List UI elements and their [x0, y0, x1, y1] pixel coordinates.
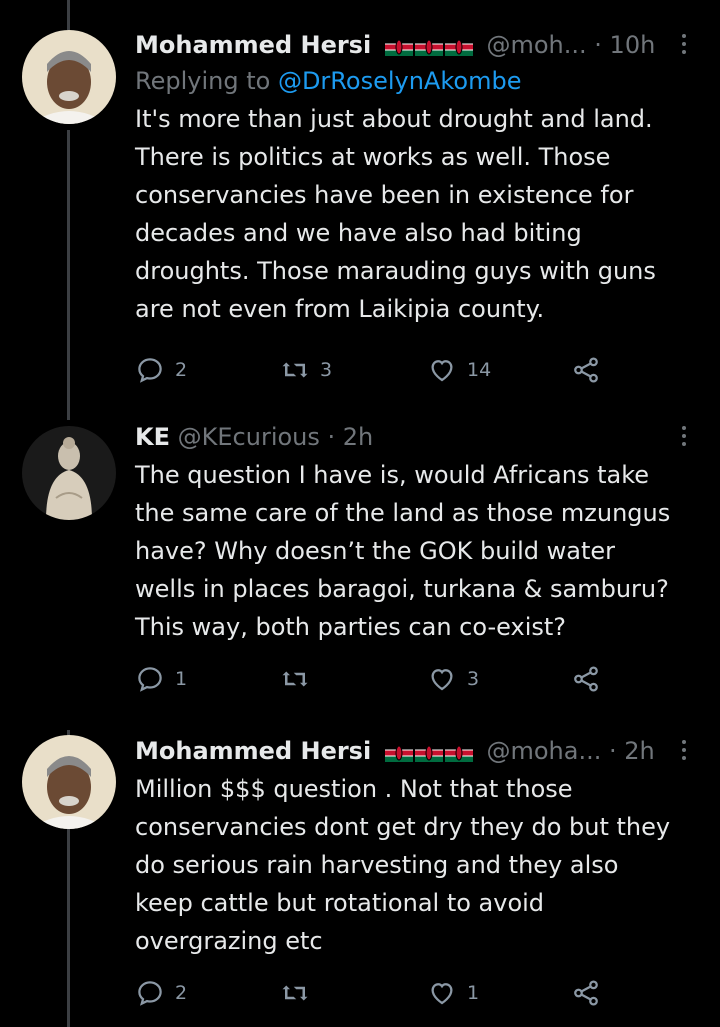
reply-count: 2: [175, 359, 188, 381]
like-count: 3: [467, 668, 480, 690]
tweet-header: Mohammed Hersi @moh... · 10h: [135, 30, 700, 60]
kenya-flag-icon: [444, 38, 473, 56]
replying-prefix: Replying to: [135, 67, 271, 95]
tweet-actions: 2 3 14: [135, 355, 615, 385]
tweet-text: It's more than just about drought and la…: [135, 105, 656, 323]
flag-emojis: [384, 737, 475, 767]
retweet-button[interactable]: 3: [280, 355, 332, 385]
flag-emojis: [384, 31, 475, 61]
like-icon: [431, 669, 453, 691]
tweet[interactable]: KE @KEcurious · 2h The question I have i…: [0, 420, 720, 720]
reply-button[interactable]: 1: [135, 664, 187, 694]
tweet[interactable]: Mohammed Hersi @moha... · 2h Million $$$…: [0, 730, 720, 1027]
user-handle[interactable]: @moh...: [486, 31, 586, 59]
like-button[interactable]: 1: [427, 978, 479, 1008]
like-button[interactable]: 3: [427, 664, 479, 694]
tweet[interactable]: Mohammed Hersi @moh... · 10h Replying to…: [0, 0, 720, 410]
avatar[interactable]: [22, 735, 116, 829]
user-handle[interactable]: @moha...: [486, 737, 601, 765]
retweet-button[interactable]: [280, 664, 320, 694]
share-button[interactable]: [571, 355, 611, 385]
share-button[interactable]: [571, 664, 611, 694]
kenya-flag-icon: [414, 38, 443, 56]
timestamp[interactable]: · 2h: [328, 423, 374, 451]
tweet-text: Million $$$ question . Not that those co…: [135, 775, 671, 955]
display-name[interactable]: KE: [135, 423, 170, 451]
share-icon: [574, 357, 598, 383]
replying-to-link[interactable]: @DrRoselynAkombe: [278, 67, 522, 95]
reply-button[interactable]: 2: [135, 355, 187, 385]
like-icon: [431, 360, 453, 382]
like-icon: [431, 983, 453, 1005]
like-count: 1: [467, 982, 480, 1004]
retweet-button[interactable]: [280, 978, 320, 1008]
avatar[interactable]: [22, 426, 116, 520]
display-name[interactable]: Mohammed Hersi: [135, 737, 371, 765]
replying-to: Replying to @DrRoselynAkombe: [135, 66, 700, 96]
tweet-header: KE @KEcurious · 2h: [135, 422, 700, 452]
kenya-flag-icon: [414, 744, 443, 762]
reply-count: 1: [175, 668, 188, 690]
kenya-flag-icon: [384, 38, 413, 56]
reply-count: 2: [175, 982, 188, 1004]
avatar[interactable]: [22, 30, 116, 124]
timestamp[interactable]: · 2h: [609, 737, 655, 765]
timestamp[interactable]: · 10h: [594, 31, 655, 59]
tweet-actions: 2 1: [135, 978, 615, 1008]
share-button[interactable]: [571, 978, 611, 1008]
user-handle[interactable]: @KEcurious: [178, 423, 320, 451]
reply-icon: [138, 358, 162, 383]
retweet-icon: [282, 362, 308, 378]
retweet-count: 3: [320, 359, 333, 381]
like-count: 14: [467, 359, 492, 381]
retweet-icon: [282, 671, 308, 687]
retweet-icon: [282, 985, 308, 1001]
tweet-header: Mohammed Hersi @moha... · 2h: [135, 736, 700, 766]
tweet-text: The question I have is, would Africans t…: [135, 461, 671, 641]
share-icon: [574, 980, 598, 1006]
tweet-actions: 1 3: [135, 664, 615, 694]
like-button[interactable]: 14: [427, 355, 491, 385]
reply-button[interactable]: 2: [135, 978, 187, 1008]
reply-icon: [138, 981, 162, 1006]
more-icon[interactable]: [678, 736, 690, 764]
more-icon[interactable]: [678, 30, 690, 58]
kenya-flag-icon: [444, 744, 473, 762]
share-icon: [574, 666, 598, 692]
kenya-flag-icon: [384, 744, 413, 762]
more-icon[interactable]: [678, 422, 690, 450]
display-name[interactable]: Mohammed Hersi: [135, 31, 371, 59]
reply-icon: [138, 667, 162, 692]
